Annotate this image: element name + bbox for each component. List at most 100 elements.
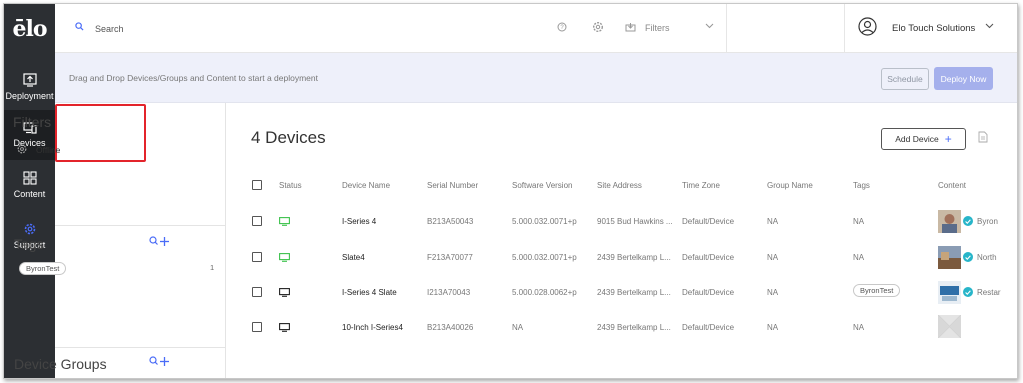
add-device-label: Add Device — [895, 134, 939, 144]
search-input[interactable] — [95, 20, 495, 38]
filters-dropdown-label[interactable]: Filters — [645, 23, 670, 33]
row-checkbox[interactable] — [252, 287, 262, 297]
export-document-icon[interactable] — [978, 131, 988, 143]
user-menu-chevron-icon[interactable] — [985, 23, 994, 29]
content-name: Byron — [977, 217, 998, 226]
empty-content-placeholder[interactable] — [938, 315, 961, 338]
schedule-button[interactable]: Schedule — [881, 68, 929, 90]
time-zone: Default/Device — [682, 288, 735, 297]
software-version: 5.000.032.0071+p — [512, 253, 577, 262]
deployment-hint: Drag and Drop Devices/Groups and Content… — [69, 73, 318, 83]
device-groups-title: Device Groups — [14, 356, 107, 372]
group-name: NA — [767, 253, 779, 262]
content-name: Restar — [977, 288, 1001, 297]
column-header-serial-number[interactable]: Serial Number — [427, 181, 478, 190]
sidebar: ēlo Deployment Devices Content Support — [4, 4, 55, 378]
column-header-status[interactable]: Status — [279, 181, 302, 190]
deployment-icon — [22, 73, 37, 87]
device-name[interactable]: I-Series 4 — [342, 217, 376, 226]
device-name[interactable]: Slate4 — [342, 253, 365, 262]
content-thumbnail[interactable] — [938, 281, 961, 304]
software-version: 5.000.028.0062+p — [512, 288, 577, 297]
group-name: NA — [767, 323, 779, 332]
column-header-software-version[interactable]: Software Version — [512, 181, 572, 190]
page-title: 4 Devices — [251, 128, 326, 147]
search-icon — [75, 22, 84, 31]
column-header-group-name[interactable]: Group Name — [767, 181, 813, 190]
serial-number: B213A50043 — [427, 217, 474, 226]
device-name[interactable]: I-Series 4 Slate — [342, 288, 397, 297]
plus-icon: + — [944, 132, 952, 146]
site-address: 9015 Bud Hawkins ... — [597, 217, 673, 226]
panel-separator — [55, 347, 226, 348]
deploy-now-button[interactable]: Deploy Now — [934, 67, 993, 90]
top-bar: ? Filters Elo Touch Solutions — [55, 4, 1017, 53]
panel-separator — [55, 225, 226, 226]
chevron-down-icon[interactable] — [705, 23, 714, 29]
time-zone: Default/Device — [682, 323, 735, 332]
online-monitor-icon — [279, 217, 290, 226]
elo-logo[interactable]: ēlo — [4, 4, 55, 54]
serial-number: F213A70077 — [427, 253, 473, 262]
column-header-time-zone[interactable]: Time Zone — [682, 181, 720, 190]
nav-content-label: Content — [13, 189, 46, 199]
left-panel — [55, 103, 226, 378]
content-thumbnail[interactable] — [938, 246, 961, 269]
user-avatar-icon[interactable] — [858, 17, 877, 36]
device-name[interactable]: 10-Inch I-Series4 — [342, 323, 403, 332]
column-header-content[interactable]: Content — [938, 181, 966, 190]
serial-number: B213A40026 — [427, 323, 474, 332]
column-header-tags[interactable]: Tags — [853, 181, 870, 190]
content-grid-icon — [22, 171, 37, 185]
tags-search-add-icon[interactable] — [149, 236, 170, 247]
tag-count: 1 — [210, 263, 215, 272]
filter-offline[interactable]: Offline — [36, 145, 60, 155]
tags-value: NA — [853, 253, 865, 262]
site-address: 2439 Bertelkamp L... — [597, 253, 671, 262]
deployed-check-icon — [963, 252, 973, 262]
software-version: NA — [512, 323, 524, 332]
time-zone: Default/Device — [682, 217, 735, 226]
column-header-device-name[interactable]: Device Name — [342, 181, 390, 190]
column-header-site-address[interactable]: Site Address — [597, 181, 642, 190]
deployed-check-icon — [963, 287, 973, 297]
help-icon[interactable]: ? — [557, 22, 567, 32]
group-name: NA — [767, 288, 779, 297]
content-thumbnail[interactable] — [938, 210, 961, 233]
software-version: 5.000.032.0071+p — [512, 217, 577, 226]
add-device-button[interactable]: Add Device + — [881, 128, 966, 150]
nav-deployment[interactable]: Deployment — [4, 62, 55, 112]
nav-content[interactable]: Content — [4, 160, 55, 210]
group-name: NA — [767, 217, 779, 226]
time-zone: Default/Device — [682, 253, 735, 262]
user-name[interactable]: Elo Touch Solutions — [892, 23, 975, 34]
content-name: North — [977, 253, 997, 262]
divider — [726, 4, 727, 53]
deployment-bar: Drag and Drop Devices/Groups and Content… — [55, 53, 1017, 103]
support-gear-icon — [24, 223, 35, 235]
row-checkbox[interactable] — [252, 322, 262, 332]
tags-value: NA — [853, 217, 865, 226]
settings-gear-icon[interactable] — [592, 21, 604, 33]
tag-pill[interactable]: ByronTest — [853, 284, 901, 297]
filters-highlight-box — [55, 104, 146, 162]
filter-gear-icon — [17, 144, 27, 154]
site-address: 2439 Bertelkamp L... — [597, 288, 671, 297]
row-checkbox[interactable] — [252, 216, 262, 226]
groups-search-add-icon[interactable] — [149, 356, 170, 367]
logo-text: ēlo — [12, 16, 47, 42]
deployed-check-icon — [963, 216, 973, 226]
nav-deployment-label: Deployment — [5, 91, 54, 101]
select-all-checkbox[interactable] — [252, 180, 262, 190]
offline-monitor-icon — [279, 323, 290, 332]
filters-title: Filters — [13, 114, 52, 130]
filter-tray-icon[interactable] — [625, 22, 636, 32]
tag-chip[interactable]: ByronTest — [19, 262, 67, 275]
site-address: 2439 Bertelkamp L... — [597, 323, 671, 332]
tags-value: NA — [853, 323, 865, 332]
serial-number: I213A70043 — [427, 288, 471, 297]
row-checkbox[interactable] — [252, 252, 262, 262]
tags-title: Tags — [14, 236, 44, 252]
divider — [844, 4, 845, 53]
online-monitor-icon — [279, 253, 290, 262]
